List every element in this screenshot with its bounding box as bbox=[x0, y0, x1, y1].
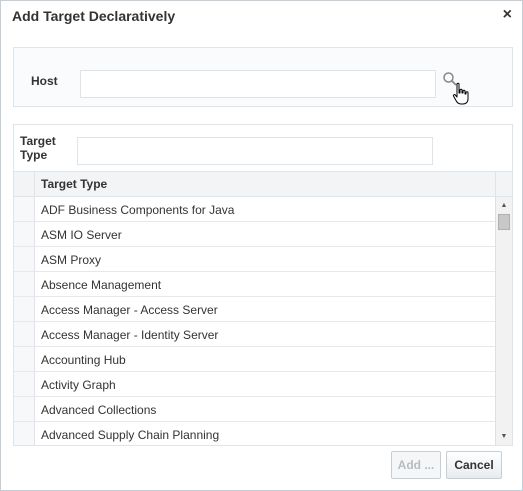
row-target-type: Absence Management bbox=[41, 278, 162, 292]
row-selector[interactable] bbox=[14, 397, 35, 421]
grid-rows: ADF Business Components for Java ASM IO … bbox=[14, 197, 495, 445]
row-target-type: ASM IO Server bbox=[41, 228, 122, 242]
row-target-type: Advanced Supply Chain Planning bbox=[41, 428, 220, 442]
row-target-type: Activity Graph bbox=[41, 378, 116, 392]
table-row[interactable]: Access Manager - Access Server bbox=[14, 297, 495, 322]
target-type-filter-label: Target Type bbox=[20, 134, 56, 162]
row-target-type: Access Manager - Access Server bbox=[41, 303, 218, 317]
add-button[interactable]: Add ... bbox=[391, 451, 441, 479]
table-row[interactable]: ASM Proxy bbox=[14, 247, 495, 272]
row-selector[interactable] bbox=[14, 372, 35, 396]
row-selector-header bbox=[14, 172, 35, 196]
row-target-type: ASM Proxy bbox=[41, 253, 102, 267]
row-selector[interactable] bbox=[14, 247, 35, 271]
row-selector[interactable] bbox=[14, 297, 35, 321]
row-target-type: ADF Business Components for Java bbox=[41, 203, 235, 217]
close-icon[interactable]: × bbox=[503, 6, 512, 24]
table-row[interactable]: Advanced Collections bbox=[14, 397, 495, 422]
row-selector[interactable] bbox=[14, 272, 35, 296]
scroll-down-arrow-icon[interactable]: ▼ bbox=[496, 432, 512, 442]
grid-header: Target Type bbox=[14, 172, 512, 197]
host-label: Host bbox=[31, 74, 58, 88]
scrollbar-header-spacer bbox=[495, 172, 512, 196]
host-panel: Host bbox=[13, 47, 513, 107]
column-header-target-type[interactable]: Target Type bbox=[41, 177, 107, 191]
dialog-title: Add Target Declaratively bbox=[12, 8, 176, 24]
hand-cursor-icon bbox=[452, 82, 469, 105]
table-row[interactable]: ADF Business Components for Java bbox=[14, 197, 495, 222]
host-input[interactable] bbox=[80, 70, 436, 98]
row-selector[interactable] bbox=[14, 222, 35, 246]
target-type-table-panel: Target Type Target Type ADF Business Com… bbox=[13, 124, 513, 446]
scrollbar-thumb[interactable] bbox=[498, 214, 510, 230]
row-target-type: Accounting Hub bbox=[41, 353, 126, 367]
scroll-up-arrow-icon[interactable]: ▲ bbox=[496, 201, 512, 211]
table-row[interactable]: Accounting Hub bbox=[14, 347, 495, 372]
row-target-type: Advanced Collections bbox=[41, 403, 157, 417]
row-selector[interactable] bbox=[14, 422, 35, 445]
vertical-scrollbar[interactable]: ▲ ▼ bbox=[495, 197, 512, 445]
add-target-dialog: Add Target Declaratively × Host Target T… bbox=[0, 0, 523, 491]
row-selector[interactable] bbox=[14, 197, 35, 221]
table-row[interactable]: Advanced Supply Chain Planning bbox=[14, 422, 495, 445]
target-type-filter-input[interactable] bbox=[77, 137, 433, 165]
cancel-button[interactable]: Cancel bbox=[446, 451, 502, 479]
table-row[interactable]: Absence Management bbox=[14, 272, 495, 297]
target-type-grid: Target Type ADF Business Components for … bbox=[14, 171, 512, 445]
dialog-title-bar: Add Target Declaratively × bbox=[1, 1, 522, 32]
table-row[interactable]: ASM IO Server bbox=[14, 222, 495, 247]
row-target-type: Access Manager - Identity Server bbox=[41, 328, 219, 342]
table-row[interactable]: Activity Graph bbox=[14, 372, 495, 397]
row-selector[interactable] bbox=[14, 347, 35, 371]
table-row[interactable]: Access Manager - Identity Server bbox=[14, 322, 495, 347]
row-selector[interactable] bbox=[14, 322, 35, 346]
